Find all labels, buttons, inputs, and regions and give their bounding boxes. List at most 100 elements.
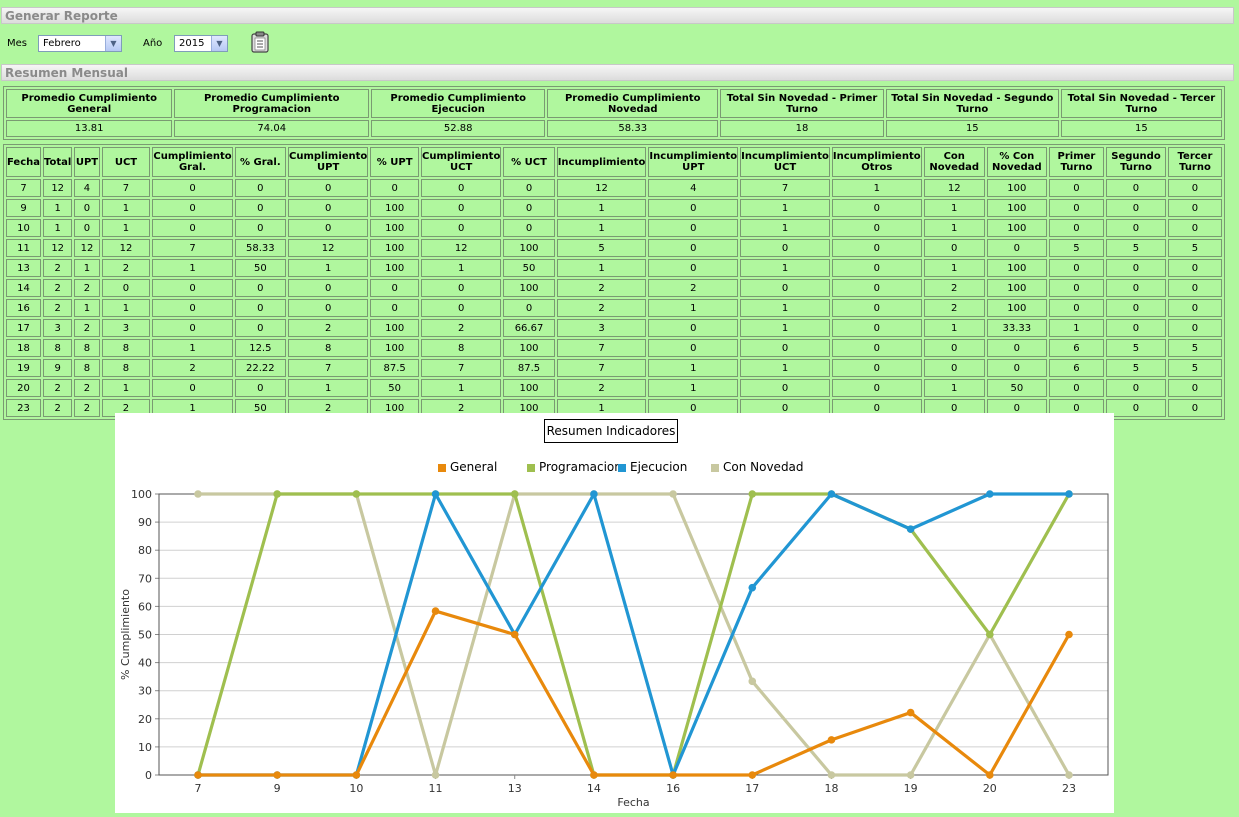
- table-cell: 1: [288, 379, 369, 397]
- table-cell: 0: [831, 339, 922, 357]
- table-cell: 1: [288, 259, 369, 277]
- data-point: [431, 490, 440, 498]
- data-point: [748, 583, 757, 592]
- table-cell: 0: [421, 199, 502, 217]
- table-cell: 2: [556, 299, 647, 317]
- table-cell: 0: [288, 179, 369, 197]
- y-tick-label: 30: [138, 685, 152, 698]
- table-cell: 0: [1048, 179, 1105, 197]
- detail-col-header: % Gral.: [234, 147, 287, 177]
- summary-table: Promedio Cumplimiento General Promedio C…: [3, 86, 1225, 140]
- y-tick-label: 0: [145, 769, 152, 782]
- table-cell: 8: [74, 359, 100, 377]
- table-cell: 0: [152, 299, 233, 317]
- table-cell: 1: [556, 219, 647, 237]
- table-cell: 8: [74, 339, 100, 357]
- legend-label: Con Novedad: [723, 460, 804, 474]
- data-point: [748, 677, 757, 686]
- summary-value: 58.33: [547, 120, 719, 137]
- legend-swatch: [527, 463, 535, 472]
- table-cell: 8: [101, 339, 151, 357]
- table-cell: 0: [101, 279, 151, 297]
- data-point: [590, 490, 598, 498]
- table-cell: 1: [740, 259, 830, 277]
- data-point: [669, 490, 677, 498]
- table-cell: 1: [556, 199, 647, 217]
- table-cell: 5: [1167, 359, 1222, 377]
- table-cell: 0: [152, 319, 233, 337]
- table-cell: 18: [6, 339, 42, 357]
- table-cell: 100: [370, 239, 420, 257]
- data-point: [986, 490, 994, 498]
- data-point: [669, 771, 677, 779]
- table-cell: 50: [234, 259, 287, 277]
- table-cell: 2: [43, 299, 73, 317]
- generate-report-button[interactable]: [250, 31, 270, 53]
- data-point: [590, 490, 598, 498]
- table-cell: 0: [831, 319, 922, 337]
- anio-select[interactable]: 2015 ▼: [174, 35, 228, 52]
- series-line-ejecucion: [196, 492, 1071, 777]
- table-cell: 0: [1048, 259, 1105, 277]
- table-cell: 1: [740, 359, 830, 377]
- clipboard-icon: [251, 31, 269, 53]
- table-cell: 0: [1106, 299, 1166, 317]
- table-cell: 50: [503, 259, 555, 277]
- table-cell: 1: [648, 359, 739, 377]
- table-cell: 1: [923, 319, 985, 337]
- data-point: [510, 490, 519, 498]
- summary-value: 15: [1060, 120, 1222, 137]
- table-cell: 0: [421, 219, 502, 237]
- x-axis-label: Fecha: [617, 796, 649, 809]
- table-cell: 87.5: [370, 359, 420, 377]
- table-cell: 8: [101, 359, 151, 377]
- summary-value: 52.88: [371, 120, 546, 137]
- data-point: [1065, 771, 1073, 779]
- table-cell: 1: [43, 199, 73, 217]
- table-cell: 0: [648, 199, 739, 217]
- x-tick-label: 11: [429, 782, 443, 795]
- series-line-con-novedad: [196, 492, 1071, 777]
- mes-select[interactable]: Febrero ▼: [38, 35, 122, 52]
- x-tick-label: 7: [195, 782, 202, 795]
- table-cell: 8: [43, 339, 73, 357]
- table-cell: 4: [648, 179, 739, 197]
- table-cell: 100: [986, 219, 1047, 237]
- table-cell: 14: [6, 279, 42, 297]
- table-cell: 1: [74, 259, 100, 277]
- table-cell: 100: [986, 299, 1047, 317]
- summary-value: 18: [720, 120, 884, 137]
- x-tick-label: 16: [666, 782, 680, 795]
- x-tick-label: 17: [745, 782, 759, 795]
- table-cell: 7: [101, 179, 151, 197]
- table-cell: 0: [288, 199, 369, 217]
- table-cell: 0: [152, 199, 233, 217]
- table-cell: 3: [43, 319, 73, 337]
- table-cell: 2: [74, 319, 100, 337]
- table-cell: 100: [986, 179, 1047, 197]
- table-cell: 1: [648, 379, 739, 397]
- report-controls: Mes Febrero ▼ Año 2015 ▼: [0, 28, 1239, 60]
- table-cell: 0: [1167, 179, 1222, 197]
- data-point: [590, 771, 598, 779]
- detail-col-header: Cumplimiento UPT: [288, 147, 369, 177]
- table-cell: 5: [1167, 239, 1222, 257]
- table-cell: 1: [101, 379, 151, 397]
- data-point: [352, 771, 361, 779]
- data-point: [906, 771, 915, 779]
- table-cell: 1: [923, 259, 985, 277]
- table-cell: 1: [923, 199, 985, 217]
- table-cell: 1: [421, 379, 502, 397]
- x-tick-label: 14: [587, 782, 601, 795]
- data-point: [194, 771, 202, 779]
- table-cell: 1: [101, 299, 151, 317]
- table-cell: 0: [831, 219, 922, 237]
- y-tick-label: 50: [138, 629, 152, 642]
- y-tick-label: 10: [138, 741, 152, 754]
- table-cell: 0: [740, 279, 830, 297]
- table-cell: 0: [421, 299, 502, 317]
- chevron-down-icon: ▼: [105, 36, 121, 51]
- x-tick-label: 13: [508, 782, 522, 795]
- table-cell: 5: [556, 239, 647, 257]
- table-row: 19 9 8 8 2 22.22 7 87.5 7 87.5 7 1 1 0 0 0 6 5 5: [6, 359, 1222, 377]
